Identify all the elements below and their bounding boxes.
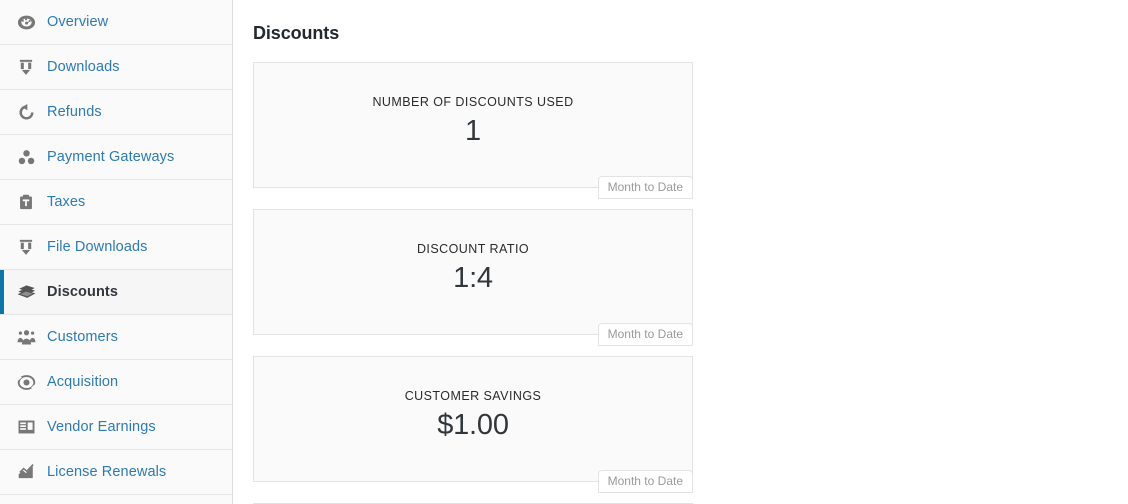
status-badge: Month to Date bbox=[597, 323, 693, 346]
sidebar-item-customers[interactable]: Customers bbox=[0, 315, 232, 360]
metric-card-title: DISCOUNT RATIO bbox=[416, 242, 530, 256]
sidebar-item-label: Overview bbox=[47, 14, 109, 30]
acquisition-eye-icon bbox=[14, 370, 38, 394]
metric-card-grid: NUMBER OF DISCOUNTS USED 1 Month to Date… bbox=[253, 62, 1128, 504]
payment-dots-icon bbox=[14, 145, 38, 169]
metric-card-discount-ratio: DISCOUNT RATIO 1:4 Month to Date bbox=[253, 209, 693, 346]
sidebar-item-overview[interactable]: Overview bbox=[0, 0, 232, 45]
sidebar-item-license-renewals[interactable]: License Renewals bbox=[0, 450, 232, 495]
metric-card-cell: NUMBER OF DISCOUNTS USED 1 Month to Date bbox=[253, 62, 693, 199]
metric-card-title: NUMBER OF DISCOUNTS USED bbox=[372, 95, 574, 109]
sidebar-item-acquisition[interactable]: Acquisition bbox=[0, 360, 232, 405]
sidebar-item-label: Discounts bbox=[47, 284, 118, 300]
sidebar-item-label: Taxes bbox=[47, 194, 86, 210]
metric-card-title: CUSTOMER SAVINGS bbox=[404, 389, 542, 403]
sidebar-item-label: Acquisition bbox=[47, 374, 119, 390]
tax-clipboard-icon bbox=[14, 190, 38, 214]
status-badge: Month to Date bbox=[597, 470, 693, 493]
metric-card-cell: CUSTOMER SAVINGS $1.00 Month to Date bbox=[253, 356, 693, 493]
sidebar-item-label: License Renewals bbox=[47, 464, 167, 480]
customers-group-icon bbox=[14, 325, 38, 349]
download-arrow-icon bbox=[14, 235, 38, 259]
vendor-list-icon bbox=[14, 415, 38, 439]
sidebar-item-label: Downloads bbox=[47, 59, 120, 75]
download-arrow-icon bbox=[14, 55, 38, 79]
discount-tickets-icon bbox=[14, 280, 38, 304]
refund-undo-icon bbox=[14, 100, 38, 124]
metric-card-value: $1.00 bbox=[437, 409, 509, 441]
metric-card-value: 1:4 bbox=[453, 262, 493, 294]
sidebar-item-downloads[interactable]: Downloads bbox=[0, 45, 232, 90]
sidebar-item-label: Refunds bbox=[47, 104, 102, 120]
metric-card-cell: DISCOUNT RATIO 1:4 Month to Date bbox=[253, 209, 693, 346]
sidebar-item-payment-gateways[interactable]: Payment Gateways bbox=[0, 135, 232, 180]
sidebar-item-taxes[interactable]: Taxes bbox=[0, 180, 232, 225]
sidebar-nav: Overview Downloads Refunds Payment Gatew… bbox=[0, 0, 233, 504]
page-title: Discounts bbox=[253, 23, 340, 43]
chart-area-icon bbox=[14, 460, 38, 484]
sidebar-item-label: Vendor Earnings bbox=[47, 419, 156, 435]
sidebar-item-partial[interactable] bbox=[0, 495, 232, 504]
sidebar-item-file-downloads[interactable]: File Downloads bbox=[0, 225, 232, 270]
metric-card-number-of-discounts-used: NUMBER OF DISCOUNTS USED 1 Month to Date bbox=[253, 62, 693, 199]
metric-card-value: 1 bbox=[465, 115, 481, 147]
sidebar-item-vendor-earnings[interactable]: Vendor Earnings bbox=[0, 405, 232, 450]
main-content: Discounts NUMBER OF DISCOUNTS USED 1 Mon… bbox=[233, 0, 1128, 504]
app-root: Overview Downloads Refunds Payment Gatew… bbox=[0, 0, 1128, 504]
sidebar-item-label: Payment Gateways bbox=[47, 149, 175, 165]
status-badge: Month to Date bbox=[597, 176, 693, 199]
sidebar-item-label: Customers bbox=[47, 329, 118, 345]
sidebar-item-discounts[interactable]: Discounts bbox=[0, 270, 232, 315]
metric-card-customer-savings: CUSTOMER SAVINGS $1.00 Month to Date bbox=[253, 356, 693, 493]
sidebar-item-label: File Downloads bbox=[47, 239, 148, 255]
dashboard-gauge-icon bbox=[14, 10, 38, 34]
sidebar-item-refunds[interactable]: Refunds bbox=[0, 90, 232, 135]
